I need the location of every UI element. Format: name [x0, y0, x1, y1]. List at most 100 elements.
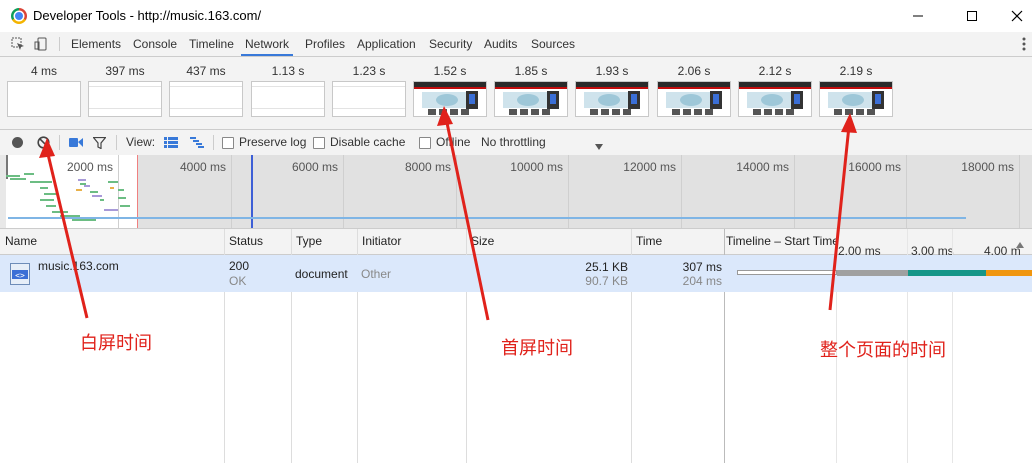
maximize-icon	[967, 11, 977, 21]
svg-text:<>: <>	[15, 271, 25, 280]
tab-sources[interactable]: Sources	[531, 32, 575, 56]
frame-screenshot[interactable]	[738, 81, 812, 117]
frame-screenshot[interactable]	[575, 81, 649, 117]
request-time: 307 ms	[682, 260, 722, 274]
toolbar-divider	[116, 135, 117, 150]
offline-label: Offline	[436, 135, 471, 149]
column-header-initiator[interactable]: Initiator	[357, 229, 466, 254]
column-header-size[interactable]: Size	[466, 229, 631, 254]
overview-tick-label: 8000 ms	[404, 160, 451, 174]
more-tabs-icon[interactable]	[1022, 37, 1026, 51]
annotation-first-screen: 首屏时间	[501, 338, 573, 359]
frame-screenshot[interactable]	[413, 81, 487, 117]
preserve-log-label: Preserve log	[239, 135, 307, 149]
table-row[interactable]: <> music.163.com 200 OK document Other 2…	[0, 255, 1032, 292]
tab-profiles[interactable]: Profiles	[305, 32, 345, 56]
request-status: 200	[229, 259, 250, 273]
column-header-type[interactable]: Type	[291, 229, 357, 254]
tab-network[interactable]: Network	[241, 32, 294, 56]
column-header-time[interactable]: Time	[631, 229, 725, 254]
frame-screenshot[interactable]	[7, 81, 81, 117]
frame-screenshot[interactable]	[657, 81, 731, 117]
frame-timestamp: 397 ms	[105, 64, 145, 78]
frame-screenshot[interactable]	[169, 81, 243, 117]
overview-grid-line	[1019, 155, 1020, 228]
minimize-icon	[913, 15, 923, 17]
disable-cache-checkbox[interactable]	[313, 137, 325, 149]
tab-timeline[interactable]: Timeline	[189, 32, 234, 56]
disable-cache-label: Disable cache	[330, 135, 406, 149]
column-header-name[interactable]: Name	[0, 229, 224, 254]
frame-screenshot[interactable]	[494, 81, 568, 117]
frame-timestamp: 2.12 s	[758, 64, 792, 78]
frame-timestamp: 1.13 s	[271, 64, 305, 78]
request-status-text: OK	[229, 274, 247, 288]
frame-timestamp: 1.52 s	[433, 64, 467, 78]
device-mode-icon[interactable]	[34, 37, 48, 51]
overview-tick-label: 16000 ms	[848, 160, 901, 174]
tab-elements[interactable]: Elements	[71, 32, 121, 56]
request-latency: 204 ms	[682, 274, 722, 288]
frame-screenshot[interactable]	[332, 81, 406, 117]
clear-icon[interactable]	[37, 136, 50, 152]
overview-tick-label: 12000 ms	[623, 160, 676, 174]
frame-timestamp: 1.23 s	[352, 64, 386, 78]
frame-timestamp: 2.19 s	[839, 64, 873, 78]
minimize-button[interactable]	[895, 0, 941, 32]
record-icon[interactable]	[12, 137, 23, 148]
large-rows-icon[interactable]	[164, 137, 178, 151]
chevron-down-icon[interactable]	[595, 139, 603, 153]
close-button[interactable]	[994, 0, 1032, 32]
sort-ascending-icon	[1016, 237, 1024, 251]
frame-screenshot[interactable]	[88, 81, 162, 117]
tab-audits[interactable]: Audits	[484, 32, 517, 56]
column-header-timeline[interactable]: Timeline – Start Time	[721, 229, 841, 254]
overview-tick-label: 10000 ms	[510, 160, 563, 174]
toolbar-divider	[59, 37, 60, 51]
overview-tick-label: 14000 ms	[736, 160, 789, 174]
frame-screenshot[interactable]	[819, 81, 893, 117]
frame-timestamp: 1.93 s	[595, 64, 629, 78]
network-toolbar: View: Preserve log Disable cache Offline…	[0, 130, 1032, 156]
tab-security[interactable]: Security	[429, 32, 472, 56]
request-content-size: 90.7 KB	[585, 274, 628, 288]
window-title: Developer Tools - http://music.163.com/	[33, 8, 262, 23]
toolbar-divider	[213, 135, 214, 150]
timeline-ttfb-bar	[908, 270, 986, 276]
request-size: 25.1 KB	[585, 260, 628, 274]
overview-request-waterfall	[6, 173, 130, 221]
tab-application[interactable]: Application	[357, 32, 416, 56]
request-type: document	[295, 267, 348, 281]
timeline-download-bar	[986, 270, 1032, 276]
request-initiator: Other	[361, 267, 392, 281]
overview-tick-label: 4000 ms	[179, 160, 226, 174]
preserve-log-checkbox[interactable]	[222, 137, 234, 149]
inspect-element-icon[interactable]	[11, 37, 25, 51]
maximize-button[interactable]	[949, 0, 995, 32]
filter-icon[interactable]	[92, 136, 107, 152]
panel-tab-bar: Elements Console Timeline Network Profil…	[0, 32, 1032, 57]
throttling-select[interactable]: No throttling	[481, 135, 546, 149]
view-label: View:	[126, 135, 156, 149]
overview-tick-label: 18000 ms	[961, 160, 1014, 174]
chrome-icon	[11, 8, 27, 24]
overview-tick-label: 6000 ms	[291, 160, 338, 174]
frame-screenshot[interactable]	[251, 81, 325, 117]
capture-screenshots-icon[interactable]	[69, 137, 83, 151]
frame-timestamp: 4 ms	[30, 64, 57, 78]
column-header-status[interactable]: Status	[224, 229, 291, 254]
overview-request-bar	[8, 217, 966, 219]
document-file-icon: <>	[10, 263, 30, 285]
overview-waterfall-icon[interactable]	[190, 137, 204, 151]
requests-table-header: Name Status Type Initiator Size Time Tim…	[0, 229, 1032, 258]
frame-timestamp: 2.06 s	[677, 64, 711, 78]
timeline-stalled-bar	[737, 270, 837, 275]
annotation-full-page: 整个页面的时间	[820, 340, 946, 361]
close-icon	[1011, 10, 1023, 22]
request-name[interactable]: music.163.com	[38, 259, 119, 273]
title-bar: Developer Tools - http://music.163.com/	[0, 0, 1032, 32]
offline-checkbox[interactable]	[419, 137, 431, 149]
frame-timestamp: 1.85 s	[514, 64, 548, 78]
network-overview[interactable]: 2000 ms 4000 ms 6000 ms 8000 ms 10000 ms 1200…	[0, 155, 1032, 229]
tab-console[interactable]: Console	[133, 32, 177, 56]
